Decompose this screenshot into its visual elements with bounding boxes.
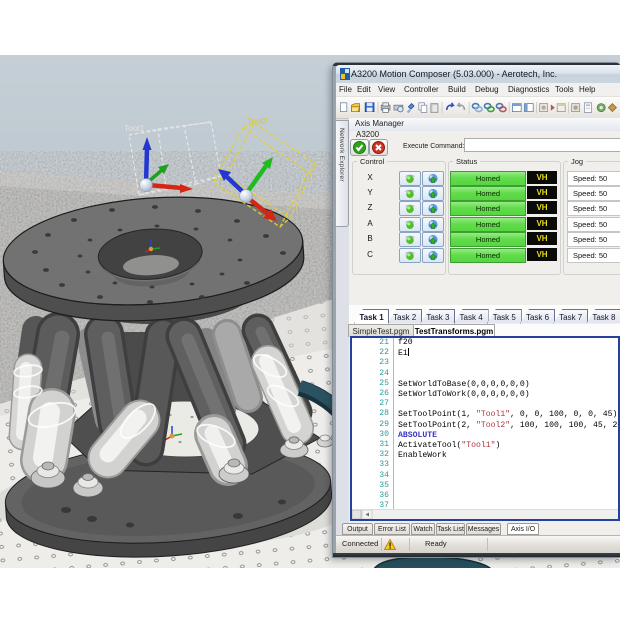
svg-text:Tool2: Tool2 bbox=[247, 116, 268, 126]
svg-text:Tool1: Tool1 bbox=[124, 123, 145, 133]
